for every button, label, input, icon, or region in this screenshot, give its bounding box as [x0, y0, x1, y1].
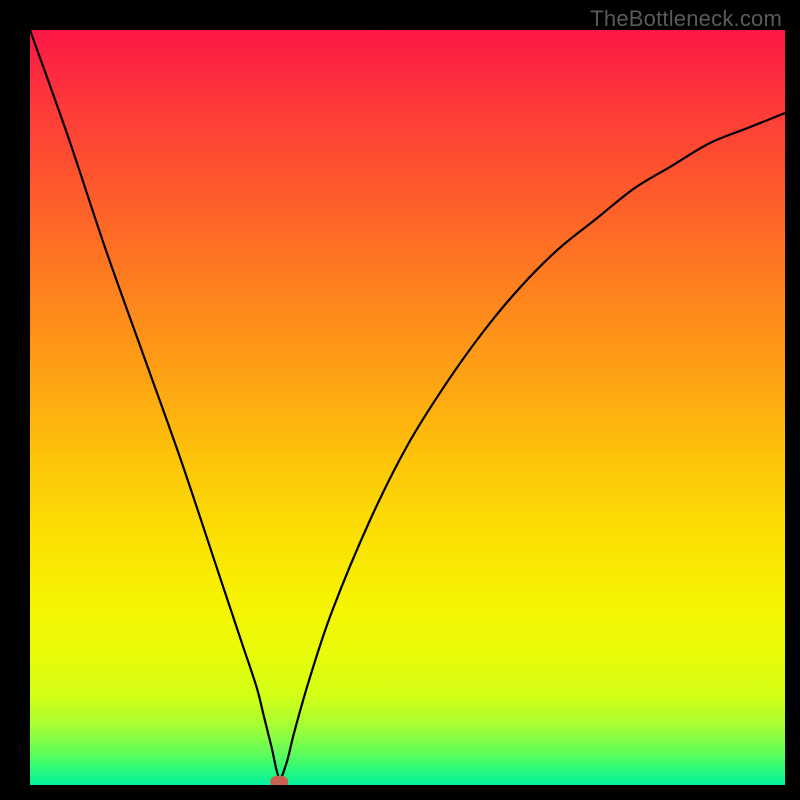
- optimum-marker: [270, 776, 288, 785]
- watermark-text: TheBottleneck.com: [590, 6, 782, 32]
- bottleneck-curve: [30, 30, 785, 778]
- chart-svg: [30, 30, 785, 785]
- chart-plot-area: [30, 30, 785, 785]
